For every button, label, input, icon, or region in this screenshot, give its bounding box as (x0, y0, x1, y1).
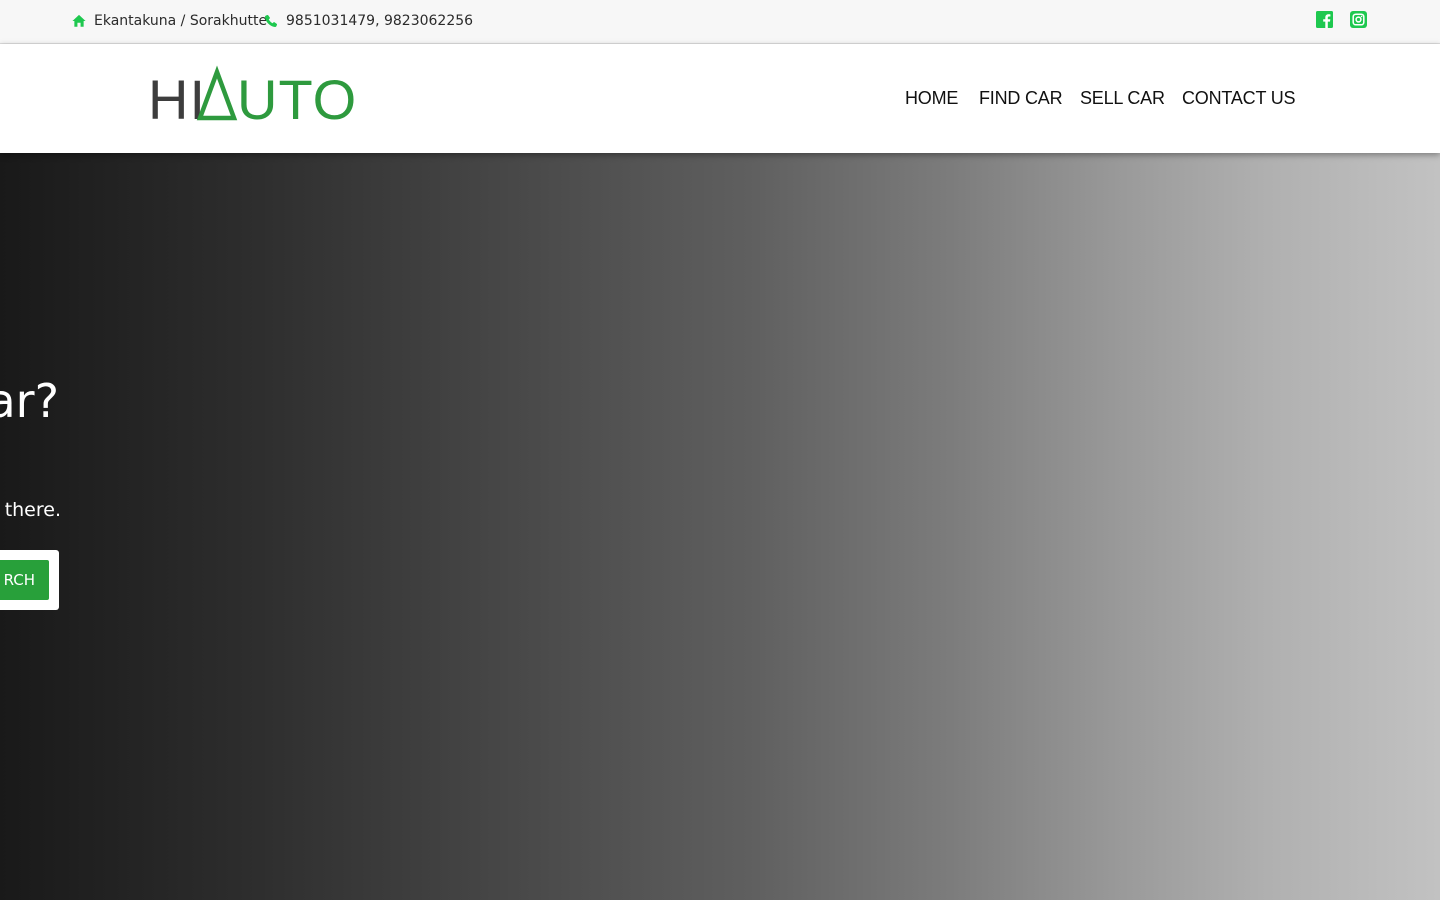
logo-text-hi: HI (148, 68, 206, 131)
logo-text-uto: UTO (237, 68, 357, 131)
hero-search-box: RCH (0, 550, 59, 610)
hero-heading: ar? (0, 374, 59, 428)
hiauto-logo[interactable]: HI UTO (148, 65, 356, 131)
nav-contact-us[interactable]: CONTACT US (1182, 85, 1296, 111)
phone-info: 9851031479, 9823062256 (264, 0, 473, 42)
facebook-icon (1316, 11, 1333, 28)
address-info: Ekantakuna / Sorakhutte (72, 0, 267, 42)
nav-sell-car[interactable]: SELL CAR (1080, 85, 1165, 111)
hero-banner: ar? there. RCH (0, 153, 1440, 900)
nav-find-car[interactable]: FIND CAR (979, 85, 1063, 111)
top-info-bar: Ekantakuna / Sorakhutte 9851031479, 9823… (0, 0, 1440, 44)
nav-home[interactable]: HOME (905, 85, 958, 111)
logo-wordmark: HI UTO (148, 65, 356, 131)
site-header: HI UTO HOME FIND CAR SELL CAR CONTACT US (0, 44, 1440, 153)
instagram-icon (1350, 11, 1367, 28)
phone-text: 9851031479, 9823062256 (286, 13, 474, 29)
home-icon (72, 14, 86, 27)
search-button[interactable]: RCH (0, 560, 49, 600)
address-text: Ekantakuna / Sorakhutte (94, 13, 268, 29)
phone-icon (264, 14, 278, 28)
instagram-link[interactable] (1350, 11, 1367, 28)
hero-subtitle: there. (4, 499, 61, 521)
facebook-link[interactable] (1316, 11, 1333, 28)
